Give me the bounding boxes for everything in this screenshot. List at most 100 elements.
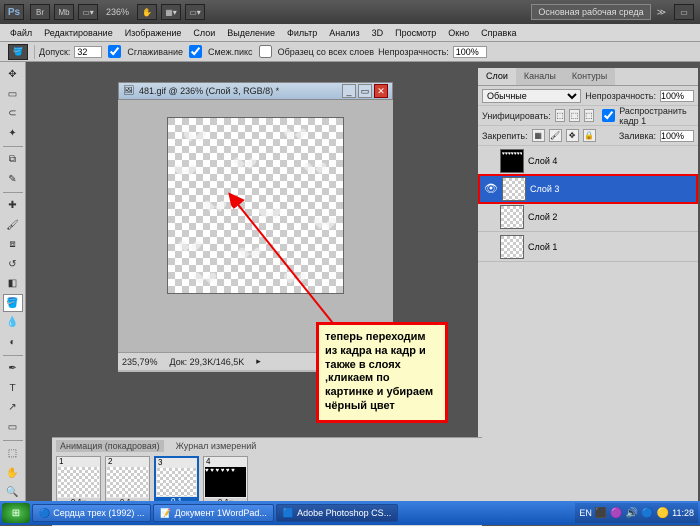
menu-3d[interactable]: 3D bbox=[366, 26, 390, 40]
unify-position-icon[interactable]: ⬚ bbox=[555, 109, 565, 122]
menu-select[interactable]: Выделение bbox=[221, 26, 281, 40]
workspace-switcher[interactable]: Основная рабочая среда bbox=[531, 4, 650, 20]
3d-tool[interactable]: ⬚ bbox=[3, 445, 23, 463]
tray-icon[interactable]: 🔵 bbox=[641, 508, 653, 519]
layer-row[interactable]: 👁 Слой 3 bbox=[478, 174, 698, 204]
layer-thumb[interactable] bbox=[500, 149, 524, 173]
taskbar-item[interactable]: 🔵Сердца трех (1992) ... bbox=[32, 504, 151, 522]
layer-row[interactable]: Слой 4 bbox=[478, 146, 698, 176]
path-tool[interactable]: ↗ bbox=[3, 399, 23, 417]
eyedropper-tool[interactable]: ✎ bbox=[3, 170, 23, 188]
system-tray[interactable]: EN ⬛ 🟣 🔊 🔵 🟡 11:28 bbox=[575, 503, 698, 523]
unify-style-icon[interactable]: ⬚ bbox=[584, 109, 594, 122]
tolerance-input[interactable] bbox=[74, 46, 102, 58]
visibility-icon[interactable] bbox=[482, 154, 496, 168]
layer-name[interactable]: Слой 3 bbox=[530, 184, 559, 194]
layer-opacity-input[interactable] bbox=[660, 90, 694, 102]
status-zoom[interactable]: 235,79% bbox=[122, 357, 158, 367]
unify-visibility-icon[interactable]: ⬚ bbox=[569, 109, 579, 122]
visibility-icon[interactable] bbox=[482, 210, 496, 224]
tab-measurements[interactable]: Журнал измерений bbox=[172, 440, 261, 452]
screen-icon[interactable]: ▭▾ bbox=[185, 4, 205, 20]
layer-name[interactable]: Слой 4 bbox=[528, 156, 557, 166]
view-mode-icon[interactable]: ▭▾ bbox=[78, 4, 98, 20]
layers-list: Слой 4 👁 Слой 3 Слой 2 Слой 1 bbox=[478, 146, 698, 262]
propagate-checkbox[interactable] bbox=[602, 109, 615, 122]
all-layers-checkbox[interactable] bbox=[259, 45, 272, 58]
tab-paths[interactable]: Контуры bbox=[564, 68, 615, 85]
lock-all-icon[interactable]: 🔒 bbox=[583, 129, 596, 142]
healing-tool[interactable]: ✚ bbox=[3, 197, 23, 215]
hand-tool[interactable]: ✋ bbox=[3, 464, 23, 482]
bucket-tool[interactable]: 🪣 bbox=[3, 294, 23, 312]
crop-tool[interactable]: ⧉ bbox=[3, 151, 23, 169]
type-tool[interactable]: T bbox=[3, 379, 23, 397]
menu-layers[interactable]: Слои bbox=[187, 26, 221, 40]
contiguous-checkbox[interactable] bbox=[189, 45, 202, 58]
menu-filter[interactable]: Фильтр bbox=[281, 26, 323, 40]
layer-row[interactable]: Слой 1 bbox=[478, 232, 698, 262]
layer-row[interactable]: Слой 2 bbox=[478, 202, 698, 232]
layer-thumb[interactable] bbox=[500, 205, 524, 229]
tray-icon[interactable]: 🔊 bbox=[626, 508, 638, 519]
lock-transparent-icon[interactable]: ▦ bbox=[532, 129, 545, 142]
tray-icon[interactable]: ⬛ bbox=[595, 508, 607, 519]
pen-tool[interactable]: ✒ bbox=[3, 360, 23, 378]
hand-icon[interactable]: ✋ bbox=[137, 4, 157, 20]
lock-pixels-icon[interactable]: 🖌 bbox=[549, 129, 562, 142]
document-titlebar[interactable]: 🖼 481.gif @ 236% (Слой 3, RGB/8) * _ ▭ ✕ bbox=[118, 82, 393, 100]
heart-shape bbox=[238, 153, 252, 167]
zoom-level[interactable]: 236% bbox=[106, 7, 129, 17]
layer-thumb[interactable] bbox=[502, 177, 526, 201]
marquee-tool[interactable]: ▭ bbox=[3, 86, 23, 104]
start-button[interactable]: ⊞ bbox=[2, 503, 30, 523]
blur-tool[interactable]: 💧 bbox=[3, 314, 23, 332]
menu-analysis[interactable]: Анализ bbox=[323, 26, 365, 40]
tab-layers[interactable]: Слои bbox=[478, 68, 516, 85]
bridge-icon[interactable]: Br bbox=[30, 4, 50, 20]
fill-input[interactable] bbox=[660, 130, 694, 142]
tool-preset-icon[interactable]: 🪣 bbox=[8, 44, 28, 60]
layer-name[interactable]: Слой 2 bbox=[528, 212, 557, 222]
taskbar-item[interactable]: 📝Документ 1WordPad... bbox=[153, 504, 274, 522]
blend-mode-select[interactable]: Обычные bbox=[482, 89, 581, 103]
lasso-tool[interactable]: ⊂ bbox=[3, 105, 23, 123]
menu-file[interactable]: Файл bbox=[4, 26, 38, 40]
layer-name[interactable]: Слой 1 bbox=[528, 242, 557, 252]
visibility-icon[interactable] bbox=[482, 240, 496, 254]
expand-workspaces-icon[interactable]: ≫ bbox=[657, 7, 666, 18]
eraser-tool[interactable]: ◧ bbox=[3, 275, 23, 293]
wand-tool[interactable]: ✦ bbox=[3, 125, 23, 143]
menu-view[interactable]: Просмотр bbox=[389, 26, 442, 40]
minimize-icon[interactable]: _ bbox=[342, 84, 356, 98]
tab-channels[interactable]: Каналы bbox=[516, 68, 564, 85]
menu-window[interactable]: Окно bbox=[442, 26, 475, 40]
move-tool[interactable]: ✥ bbox=[3, 66, 23, 84]
taskbar-item[interactable]: 🟦Adobe Photoshop CS... bbox=[276, 504, 398, 522]
zoom-tool[interactable]: 🔍 bbox=[3, 484, 23, 502]
clock[interactable]: 11:28 bbox=[672, 508, 694, 518]
menu-help[interactable]: Справка bbox=[475, 26, 522, 40]
brush-tool[interactable]: 🖌 bbox=[3, 216, 23, 234]
menu-image[interactable]: Изображение bbox=[119, 26, 188, 40]
stamp-tool[interactable]: ⧈ bbox=[3, 236, 23, 254]
tray-icon[interactable]: 🟡 bbox=[657, 508, 669, 519]
visibility-icon[interactable]: 👁 bbox=[484, 182, 498, 196]
lock-position-icon[interactable]: ✥ bbox=[566, 129, 579, 142]
arrange-icon[interactable]: ▦▾ bbox=[161, 4, 181, 20]
layer-thumb[interactable] bbox=[500, 235, 524, 259]
tab-animation[interactable]: Анимация (покадровая) bbox=[56, 440, 164, 452]
antialias-checkbox[interactable] bbox=[108, 45, 121, 58]
opacity-input[interactable] bbox=[453, 46, 487, 58]
tray-icon[interactable]: 🟣 bbox=[610, 508, 622, 519]
tool-separator bbox=[3, 192, 23, 193]
mb-icon[interactable]: Mb bbox=[54, 4, 74, 20]
shape-tool[interactable]: ▭ bbox=[3, 418, 23, 436]
search-icon[interactable]: ▭ bbox=[674, 4, 694, 20]
menu-edit[interactable]: Редактирование bbox=[38, 26, 119, 40]
language-indicator[interactable]: EN bbox=[579, 508, 592, 518]
dodge-tool[interactable]: ◐ bbox=[3, 334, 23, 352]
history-brush-tool[interactable]: ↺ bbox=[3, 255, 23, 273]
close-icon[interactable]: ✕ bbox=[374, 84, 388, 98]
maximize-icon[interactable]: ▭ bbox=[358, 84, 372, 98]
